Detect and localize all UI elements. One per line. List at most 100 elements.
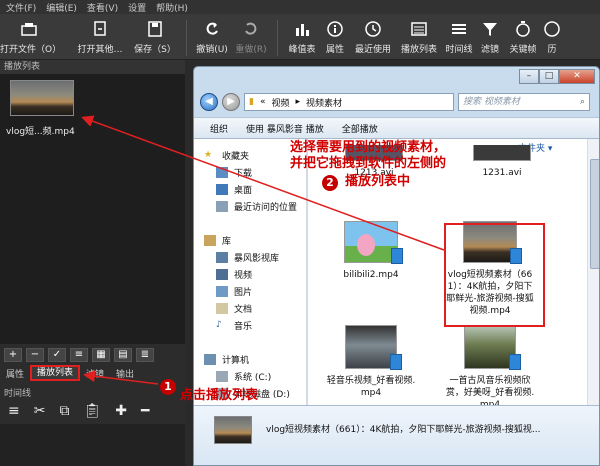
list-view-icon[interactable]: ≡ (70, 348, 88, 362)
app-window: 文件(F) 编辑(E) 查看(V) 设置 帮助(H) 打开文件（O） 打开其他…… (0, 0, 600, 466)
open-folder-icon (21, 23, 37, 36)
grid-view-icon[interactable]: ▦ (92, 348, 110, 362)
filter-button[interactable]: 滤镜 (476, 20, 504, 55)
tab-output[interactable]: 输出 (110, 367, 140, 380)
pictures-icon (216, 286, 228, 297)
nav-computer[interactable]: 计算机 (204, 353, 249, 366)
close-button[interactable]: ✕ (559, 69, 595, 84)
nav-system-c[interactable]: 系统 (C:) (216, 370, 271, 383)
toolbar: 打开文件（O） 打开其他… 保存（S） 撤销(U) 重做(R) 峰值表 属性 最… (0, 14, 600, 60)
breadcrumb-video[interactable]: 视频 (271, 96, 289, 109)
nav-downloads[interactable]: 下载 (216, 166, 252, 179)
nav-pictures[interactable]: 图片 (216, 285, 252, 298)
append-icon[interactable]: ✚ (115, 403, 127, 419)
history-button[interactable]: 历 (542, 20, 562, 55)
play-with-baofeng-button[interactable]: 使用 暴风影音 播放 (246, 122, 324, 135)
menu-view[interactable]: 查看(V) (87, 1, 118, 14)
step1-text: 点击播放列表 (180, 388, 259, 403)
toolbar-separator (277, 20, 278, 56)
video-badge-icon (391, 248, 403, 264)
timeline-area[interactable] (0, 424, 200, 466)
breadcrumb-arrow: ▸ (295, 97, 301, 107)
documents-icon (216, 303, 228, 314)
open-other-icon (94, 21, 106, 36)
nav-favorites[interactable]: ★ 收藏夹 (204, 149, 249, 162)
address-bar[interactable]: ▮ « 视频 ▸ 视频素材 (244, 93, 454, 111)
redo-button[interactable]: 重做(R) (231, 20, 271, 55)
recent-button[interactable]: 最近使用 (350, 20, 396, 55)
menu-settings[interactable]: 设置 (128, 1, 146, 14)
peak-meter-button[interactable]: 峰值表 (284, 20, 320, 55)
copy-icon[interactable]: ⧉ (59, 403, 69, 419)
add-icon[interactable]: + (4, 348, 22, 362)
menu-file[interactable]: 文件(F) (6, 1, 36, 14)
nav-documents[interactable]: 文档 (216, 302, 252, 315)
search-input[interactable]: 搜索 视频素材 ⌕ (458, 93, 590, 111)
nav-music[interactable]: ♪ 音乐 (216, 319, 252, 332)
check-icon[interactable]: ✓ (48, 348, 66, 362)
remove-icon[interactable]: − (26, 348, 44, 362)
menu-bar: 文件(F) 编辑(E) 查看(V) 设置 帮助(H) (0, 0, 600, 14)
funnel-icon (483, 23, 497, 36)
nav-video[interactable]: 视频 (216, 268, 252, 281)
playlist-button[interactable]: 播放列表 (396, 20, 442, 55)
video-thumbnail (464, 325, 521, 370)
redo-icon (245, 22, 257, 35)
timeline-menu-icon[interactable]: ≡ (8, 403, 20, 419)
file-item[interactable]: 一首古风音乐视频欣赏，好美呀_好看视频.mp4 (444, 325, 536, 411)
ripple-delete-icon[interactable]: ━ (141, 403, 149, 419)
step2-text-line3: 播放列表中 (345, 174, 411, 189)
minimize-button[interactable]: – (519, 69, 539, 84)
organize-button[interactable]: 组织 (210, 122, 228, 135)
open-file-button[interactable]: 打开文件（O） (0, 20, 61, 55)
playlist-item[interactable]: vlog短...频.mp4 (6, 80, 78, 137)
stopwatch-icon (516, 21, 530, 37)
star-icon: ★ (204, 150, 213, 160)
video-badge-icon (509, 354, 521, 370)
video-thumbnail (345, 325, 402, 370)
paste-icon[interactable]: 📋︎ (83, 403, 101, 419)
desktop-icon (216, 184, 228, 195)
file-item[interactable]: 1231.avi (460, 145, 544, 179)
clock-icon (365, 21, 381, 37)
step2-badge: 2 (322, 175, 338, 191)
properties-button[interactable]: 属性 (320, 20, 350, 55)
breadcrumb-material[interactable]: 视频素材 (306, 96, 342, 109)
info-icon (327, 21, 343, 37)
details-filename: vlog短视频素材（661）：4K航拍，夕阳下耶鲜光-旅游视频-搜狐视... (266, 425, 541, 435)
search-icon: ⌕ (579, 97, 585, 107)
cut-icon[interactable]: ✂ (34, 403, 46, 419)
video-thumbnail (344, 221, 403, 264)
menu-icon[interactable]: ≣ (136, 348, 154, 362)
file-name: bilibili2.mp4 (343, 270, 399, 280)
menu-edit[interactable]: 编辑(E) (46, 1, 77, 14)
open-other-button[interactable]: 打开其他… (70, 20, 130, 55)
nav-recent[interactable]: 最近访问的位置 (216, 200, 297, 213)
step2-text-line1: 选择需要用到的视频素材， (290, 140, 447, 155)
menu-help[interactable]: 帮助(H) (156, 1, 188, 14)
timeline-button[interactable]: 时间线 (442, 20, 476, 55)
tab-properties[interactable]: 属性 (0, 367, 30, 380)
scroll-thumb[interactable] (590, 159, 599, 269)
download-folder-icon (216, 167, 228, 178)
play-all-button[interactable]: 全部播放 (342, 122, 378, 135)
file-item[interactable]: 轻音乐视频_好看视频.mp4 (324, 325, 418, 399)
tab-playlist[interactable]: 播放列表 (30, 365, 81, 381)
save-button[interactable]: 保存（S） (130, 20, 180, 55)
baofeng-library-icon (216, 252, 228, 263)
video-badge-icon (390, 354, 402, 370)
nav-library[interactable]: 库 (204, 234, 231, 247)
back-arrow-icon[interactable]: ◀ (200, 93, 218, 111)
undo-button[interactable]: 撤销(U) (193, 20, 231, 55)
nav-baofeng[interactable]: 暴风影视库 (216, 251, 279, 264)
recent-places-icon (216, 201, 228, 212)
breadcrumb-separator: « (259, 97, 266, 107)
keyframe-button[interactable]: 关键帧 (504, 20, 542, 55)
file-item[interactable]: bilibili2.mp4 (324, 221, 418, 281)
maximize-button[interactable]: □ (539, 69, 559, 84)
playlist-panel[interactable]: vlog短...频.mp4 (0, 74, 185, 344)
tab-filter[interactable]: 滤镜 (80, 367, 110, 380)
icon-view-icon[interactable]: ▤ (114, 348, 132, 362)
nav-desktop[interactable]: 桌面 (216, 183, 252, 196)
forward-arrow-icon[interactable]: ▶ (222, 93, 240, 111)
